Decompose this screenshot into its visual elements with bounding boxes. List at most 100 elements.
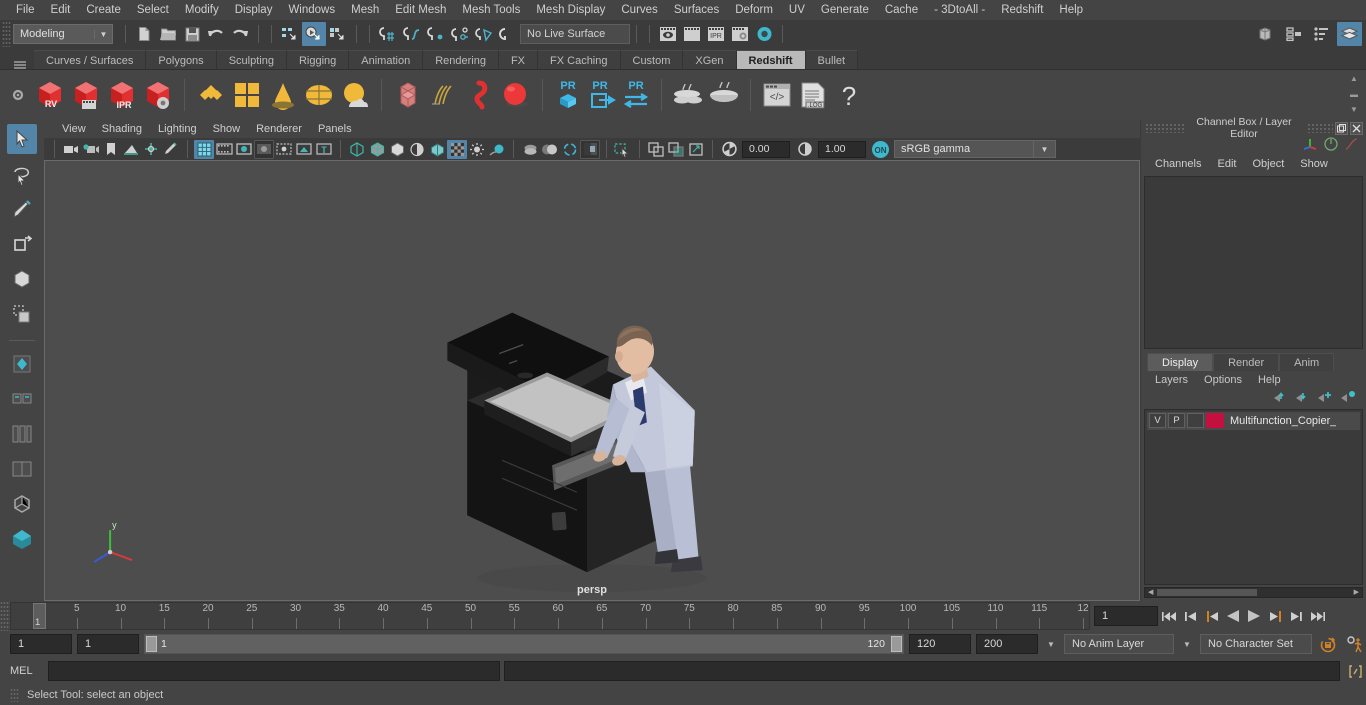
menu-item-uv[interactable]: UV	[781, 0, 813, 20]
render-view-icon[interactable]	[656, 22, 680, 46]
show-hide-channel-box-icon[interactable]	[1337, 22, 1362, 46]
animation-preferences-icon[interactable]	[1344, 634, 1366, 654]
lighting-toggle-icon[interactable]	[467, 140, 487, 159]
chevron-down-icon[interactable]: ▼	[1034, 140, 1056, 158]
viewport-menu-lighting[interactable]: Lighting	[150, 120, 205, 138]
move-layer-up-icon[interactable]	[1273, 390, 1288, 406]
graph-icon[interactable]	[1344, 137, 1358, 154]
scroll-right-icon[interactable]: ▶	[1354, 588, 1359, 596]
step-back-frame-icon[interactable]	[1203, 606, 1221, 626]
layer-color-swatch[interactable]	[1206, 413, 1224, 428]
redshift-light-dome-icon[interactable]	[229, 75, 265, 115]
gate-mask-icon[interactable]	[254, 139, 274, 159]
axis-icon[interactable]	[1303, 137, 1318, 154]
menu-item-3dtoall[interactable]: - 3DtoAll -	[926, 0, 993, 20]
view-transform-icon[interactable]	[686, 140, 706, 159]
menu-item-create[interactable]: Create	[78, 0, 129, 20]
save-scene-icon[interactable]	[180, 22, 204, 46]
render-region-icon[interactable]	[680, 22, 704, 46]
smooth-shade-all-icon[interactable]	[367, 140, 387, 159]
ipr-render-icon[interactable]: IPR	[704, 22, 728, 46]
occlusion-icon[interactable]	[520, 140, 540, 159]
layer-list-horizontal-scrollbar[interactable]: ◀ ▶	[1144, 587, 1363, 598]
redshift-hair-icon[interactable]	[426, 75, 462, 115]
layer-state-toggle[interactable]	[1187, 413, 1204, 428]
redshift-render-sequence-icon[interactable]	[68, 75, 104, 115]
menu-item-surfaces[interactable]: Surfaces	[666, 0, 727, 20]
step-forward-keyframe-icon[interactable]	[1287, 606, 1305, 626]
redshift-proxy-icon[interactable]	[390, 75, 426, 115]
undo-icon[interactable]	[204, 22, 228, 46]
viewport-menu-panels[interactable]: Panels	[310, 120, 360, 138]
tab-display[interactable]: Display	[1147, 352, 1214, 371]
move-layer-down-icon[interactable]	[1295, 390, 1310, 406]
xray-icon[interactable]	[447, 139, 467, 159]
tab-render[interactable]: Render	[1213, 352, 1280, 371]
shelf-scroll-down-icon[interactable]: ▼	[1350, 105, 1358, 114]
snap-to-grid-icon[interactable]	[376, 22, 400, 46]
redshift-environment-icon[interactable]	[337, 75, 373, 115]
viewport-menu-view[interactable]: View	[54, 120, 94, 138]
viewport-menu-show[interactable]: Show	[205, 120, 249, 138]
panel-grip-right[interactable]	[1307, 123, 1333, 133]
menu-item-edit[interactable]: Edit	[43, 0, 79, 20]
shelf-tab-animation[interactable]: Animation	[349, 50, 424, 70]
layer-visibility-toggle[interactable]: V	[1149, 413, 1166, 428]
undock-icon[interactable]	[1335, 121, 1348, 135]
hypershade-icon[interactable]	[752, 22, 776, 46]
layer-name[interactable]: Multifunction_Copier_	[1230, 415, 1336, 427]
scrollbar-thumb[interactable]	[1157, 589, 1257, 596]
redshift-render-settings-icon[interactable]	[140, 75, 176, 115]
toggle-visibility-icon[interactable]	[7, 419, 37, 449]
channel-box-menu-object[interactable]: Object	[1244, 158, 1292, 170]
anim-end-field[interactable]: 120	[909, 634, 971, 654]
shelf-tab-sculpting[interactable]: Sculpting	[216, 50, 287, 70]
camera-attributes-icon[interactable]	[81, 140, 101, 159]
menu-item-help[interactable]: Help	[1051, 0, 1091, 20]
shelf-scroll-box-icon[interactable]: ▬	[1350, 90, 1358, 99]
shelf-settings-icon[interactable]	[4, 75, 32, 115]
safe-title-icon[interactable]: T	[314, 140, 334, 159]
redo-icon[interactable]	[228, 22, 252, 46]
color-space-selector[interactable]: sRGB gamma	[894, 140, 1034, 158]
screen-space-ao-icon[interactable]	[580, 139, 600, 159]
new-layer-from-selected-icon[interactable]	[1340, 390, 1356, 406]
redshift-light-area-icon[interactable]	[265, 75, 301, 115]
move-tool-icon[interactable]	[7, 229, 37, 259]
auto-keyframe-icon[interactable]	[1317, 634, 1339, 654]
status-line-grip[interactable]	[2, 21, 11, 47]
menu-item-curves[interactable]: Curves	[613, 0, 665, 20]
shelf-scroll-arrows[interactable]: ▲ ▬ ▼	[1346, 74, 1362, 114]
chevron-down-icon[interactable]: ▼	[1179, 640, 1195, 649]
gamma-field[interactable]: 1.00	[818, 140, 866, 158]
tab-anim[interactable]: Anim	[1279, 352, 1335, 371]
menu-item-modify[interactable]: Modify	[177, 0, 227, 20]
xray-active-components-icon[interactable]	[666, 140, 686, 159]
new-layer-icon[interactable]	[1317, 390, 1333, 406]
shelf-tab-custom[interactable]: Custom	[620, 50, 684, 70]
redshift-script-icon[interactable]: </>	[759, 75, 795, 115]
bookmark-icon[interactable]	[101, 140, 121, 159]
menu-item-deform[interactable]: Deform	[727, 0, 781, 20]
channel-box-menu-channels[interactable]: Channels	[1147, 158, 1209, 170]
redshift-pr-export-icon[interactable]: PR	[585, 75, 619, 115]
redshift-rv-icon[interactable]: RV	[32, 75, 68, 115]
film-gate-icon[interactable]	[214, 140, 234, 159]
anim-layer-icon[interactable]	[1324, 136, 1338, 154]
show-hide-modeling-panel-icon[interactable]	[1253, 22, 1278, 46]
paint-select-tool-icon[interactable]	[7, 194, 37, 224]
image-plane-icon[interactable]	[121, 140, 141, 159]
redshift-pr-object-icon[interactable]: PR	[551, 75, 585, 115]
redshift-help-icon[interactable]: ?	[831, 75, 867, 115]
xray-joints-icon[interactable]	[646, 140, 666, 159]
layout-two-pane-icon[interactable]	[7, 454, 37, 484]
layer-menu-layers[interactable]: Layers	[1147, 374, 1196, 386]
channel-box-content[interactable]	[1144, 176, 1363, 349]
menu-item-redshift[interactable]: Redshift	[993, 0, 1051, 20]
layer-menu-options[interactable]: Options	[1196, 374, 1250, 386]
grid-toggle-icon[interactable]	[194, 139, 214, 159]
motion-blur-icon[interactable]	[540, 140, 560, 159]
menu-item-generate[interactable]: Generate	[813, 0, 877, 20]
shelf-tab-rendering[interactable]: Rendering	[423, 50, 499, 70]
channel-box-menu-show[interactable]: Show	[1292, 158, 1336, 170]
